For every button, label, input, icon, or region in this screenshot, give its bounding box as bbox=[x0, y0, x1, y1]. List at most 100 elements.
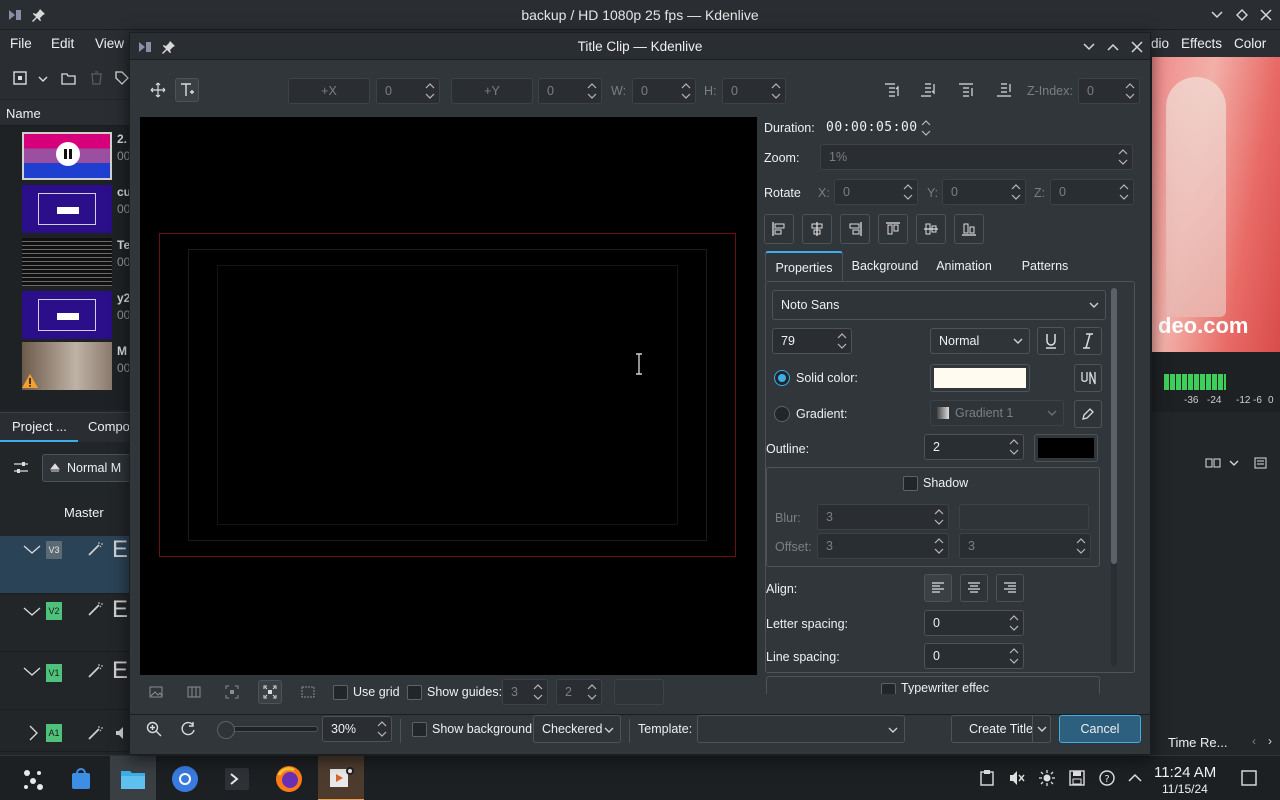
align-bottom-icon[interactable] bbox=[954, 214, 984, 244]
y-position-spinbox[interactable]: 0 bbox=[538, 78, 602, 104]
effect-wand-icon[interactable] bbox=[86, 540, 104, 558]
add-clip-icon[interactable] bbox=[12, 70, 28, 86]
shadow-checkbox[interactable] bbox=[903, 476, 918, 491]
track-lock-icon[interactable]: E bbox=[112, 536, 128, 564]
folder-icon[interactable] bbox=[60, 70, 76, 86]
clip-thumbnail[interactable] bbox=[22, 238, 112, 286]
send-to-bottom-icon[interactable] bbox=[992, 78, 1016, 102]
guides-rows-spinbox[interactable]: 2 bbox=[556, 679, 602, 705]
spin-arrows-icon[interactable] bbox=[1010, 181, 1022, 203]
center-y-button[interactable]: +Y bbox=[451, 78, 533, 104]
template-combo[interactable] bbox=[697, 715, 905, 743]
effect-wand-icon[interactable] bbox=[86, 600, 104, 618]
zoom-fit-icon[interactable] bbox=[220, 680, 244, 704]
blur-spinbox[interactable]: 3 bbox=[817, 504, 949, 530]
guides-columns-spinbox[interactable]: 3 bbox=[502, 679, 548, 705]
align-left-icon[interactable] bbox=[764, 214, 794, 244]
tab-compositions[interactable]: Compo bbox=[88, 419, 130, 434]
chevron-down-icon[interactable] bbox=[36, 72, 50, 86]
tab-animation[interactable]: Animation bbox=[928, 251, 1000, 281]
chromium-browser-icon[interactable] bbox=[162, 756, 208, 800]
clock-time[interactable]: 11:24 AM bbox=[1154, 764, 1216, 781]
spin-arrows-icon[interactable] bbox=[586, 681, 598, 703]
chevron-down-icon[interactable] bbox=[22, 604, 42, 620]
shadow-color-swatch[interactable] bbox=[959, 504, 1089, 530]
image-tool-icon[interactable] bbox=[144, 680, 168, 704]
background-mode-combo[interactable]: Checkered bbox=[533, 715, 621, 743]
zoom-spinbox[interactable]: 1% bbox=[820, 144, 1133, 170]
tab-background[interactable]: Background bbox=[846, 251, 924, 281]
font-weight-combo[interactable]: Normal bbox=[930, 328, 1030, 354]
tab-project[interactable]: Project ... bbox=[0, 413, 78, 442]
x-position-spinbox[interactable]: 0 bbox=[376, 78, 440, 104]
letter-spacing-spinbox[interactable]: 0 bbox=[924, 610, 1024, 636]
clip-thumbnail[interactable] bbox=[22, 185, 112, 233]
spin-arrows-icon[interactable] bbox=[586, 80, 598, 102]
outline-color-swatch[interactable] bbox=[1034, 434, 1098, 462]
rotate-x-spinbox[interactable]: 0 bbox=[834, 179, 918, 205]
menu-edit[interactable]: Edit bbox=[51, 36, 74, 51]
zoom-in-icon[interactable] bbox=[142, 717, 166, 741]
sliders-icon[interactable] bbox=[12, 459, 30, 477]
use-grid-checkbox[interactable] bbox=[333, 685, 348, 700]
muted-speaker-icon[interactable] bbox=[1008, 769, 1026, 787]
effect-wand-icon[interactable] bbox=[86, 724, 104, 742]
spin-arrows-icon[interactable] bbox=[424, 80, 436, 102]
name-column-label[interactable]: Name bbox=[6, 106, 41, 121]
italic-icon[interactable] bbox=[1074, 327, 1102, 355]
spin-arrows-icon[interactable] bbox=[1008, 645, 1020, 667]
chevron-down-icon[interactable] bbox=[1228, 458, 1240, 468]
trash-icon[interactable] bbox=[88, 70, 104, 86]
terminal-icon[interactable] bbox=[214, 756, 260, 800]
help-icon[interactable]: ? bbox=[1098, 769, 1116, 787]
menu-view[interactable]: View bbox=[95, 36, 124, 51]
edit-gradient-icon[interactable] bbox=[1074, 400, 1102, 428]
menu-effects[interactable]: Effects bbox=[1181, 36, 1222, 51]
bring-to-top-icon[interactable] bbox=[954, 78, 978, 102]
rotate-y-spinbox[interactable]: 0 bbox=[942, 179, 1026, 205]
file-manager-icon[interactable] bbox=[110, 756, 156, 800]
height-spinbox[interactable]: 0 bbox=[722, 78, 786, 104]
tab-patterns[interactable]: Patterns bbox=[1010, 251, 1080, 281]
chevron-left-icon[interactable]: ‹ bbox=[1252, 734, 1256, 748]
chevron-up-icon[interactable] bbox=[1126, 769, 1144, 787]
show-desktop-icon[interactable] bbox=[1240, 769, 1258, 787]
align-vcenter-icon[interactable] bbox=[916, 214, 946, 244]
clip-thumbnail[interactable] bbox=[22, 291, 112, 339]
duration-value[interactable]: 00:00:05:00 bbox=[826, 120, 918, 135]
spin-arrows-icon[interactable] bbox=[902, 181, 914, 203]
z-index-spinbox[interactable]: 0 bbox=[1078, 78, 1140, 104]
zoom-slider-handle[interactable] bbox=[217, 721, 235, 739]
select-tool-icon[interactable] bbox=[146, 78, 170, 102]
guides-color-swatch[interactable] bbox=[614, 679, 664, 705]
offset-y-spinbox[interactable]: 3 bbox=[959, 533, 1091, 559]
gradient-radio[interactable] bbox=[774, 406, 790, 422]
minimize-icon[interactable] bbox=[1080, 38, 1098, 56]
columns-icon[interactable] bbox=[182, 680, 206, 704]
clip-thumbnail[interactable] bbox=[22, 132, 112, 180]
zoom-slider[interactable] bbox=[217, 721, 318, 739]
maximize-icon[interactable] bbox=[1104, 38, 1122, 56]
spin-arrows-icon[interactable] bbox=[532, 681, 544, 703]
properties-scrollbar[interactable] bbox=[1111, 288, 1117, 666]
underline-icon[interactable] bbox=[1037, 327, 1065, 355]
close-icon[interactable] bbox=[1128, 38, 1146, 56]
track-header-v3[interactable]: V3 E bbox=[0, 536, 130, 594]
fit-canvas-icon[interactable] bbox=[258, 680, 282, 704]
raise-item-icon[interactable] bbox=[880, 78, 904, 102]
panel-menu-icon[interactable] bbox=[1252, 456, 1268, 470]
effect-wand-icon[interactable] bbox=[86, 662, 104, 680]
typewriter-checkbox[interactable] bbox=[881, 683, 896, 694]
spin-arrows-icon[interactable] bbox=[836, 330, 848, 352]
tag-icon[interactable] bbox=[114, 70, 130, 86]
app-launcher-icon[interactable] bbox=[10, 756, 56, 800]
show-guides-checkbox[interactable] bbox=[407, 685, 422, 700]
text-align-center-icon[interactable] bbox=[960, 574, 988, 602]
spin-arrows-icon[interactable] bbox=[933, 535, 945, 557]
speaker-icon[interactable] bbox=[114, 724, 130, 742]
text-align-right-icon[interactable] bbox=[996, 574, 1024, 602]
close-icon[interactable] bbox=[1257, 6, 1275, 24]
menu-color[interactable]: Color bbox=[1234, 36, 1266, 51]
clock-date[interactable]: 11/15/24 bbox=[1162, 782, 1208, 796]
spin-arrows-icon[interactable] bbox=[920, 117, 932, 139]
